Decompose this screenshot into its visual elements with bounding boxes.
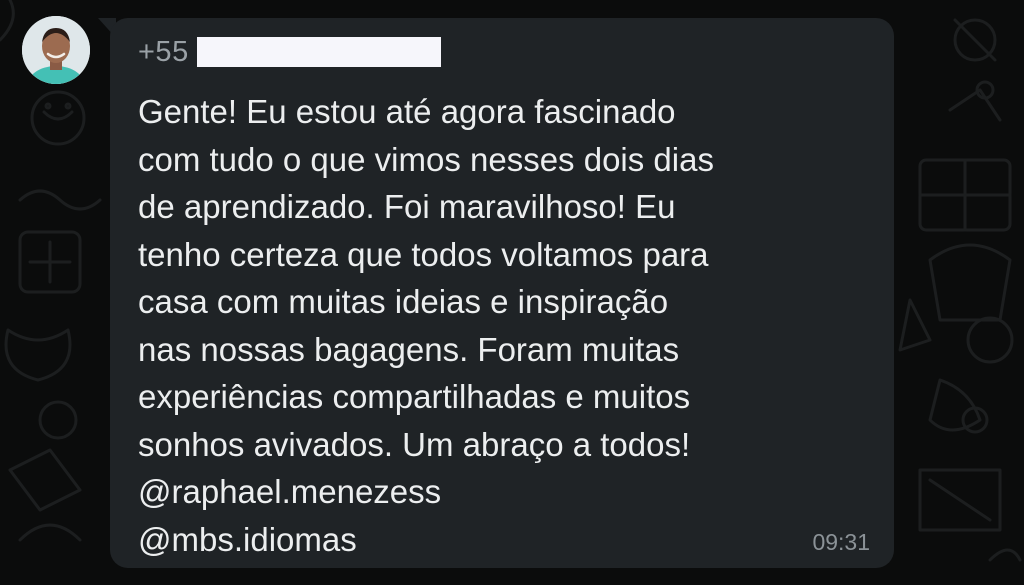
message-line: tenho certeza que todos voltamos para (138, 235, 709, 273)
message-line: nas nossas bagagens. Foram muitas (138, 330, 680, 368)
mention-link[interactable]: @raphael.menezess (138, 468, 878, 516)
sender-avatar[interactable] (22, 16, 90, 84)
sender-header: +55 (138, 32, 441, 72)
sender-country-code[interactable]: +55 (138, 36, 189, 69)
message-line: experiências compartilhadas e muitos (138, 378, 691, 415)
message-line: sonhos avivados. Um abraço a todos! (138, 425, 691, 463)
sender-number-redaction (196, 37, 441, 67)
message-line: de aprendizado. Foi maravilhoso! Eu (138, 188, 676, 225)
message-text: Gente! Eu estou até agora fascinado com … (138, 88, 878, 563)
message-line: com tudo o que vimos nesses dois dias (138, 140, 714, 178)
message-bubble[interactable]: +55 Gente! Eu estou até agora fascinado … (110, 18, 894, 568)
message-line: casa com muitas ideias e inspiração (138, 283, 669, 320)
mention-link[interactable]: @mbs.idiomas (138, 516, 878, 564)
message-line: Gente! Eu estou até agora fascinado (138, 93, 676, 130)
message-timestamp: 09:31 (812, 529, 870, 555)
avatar-icon (22, 16, 90, 84)
